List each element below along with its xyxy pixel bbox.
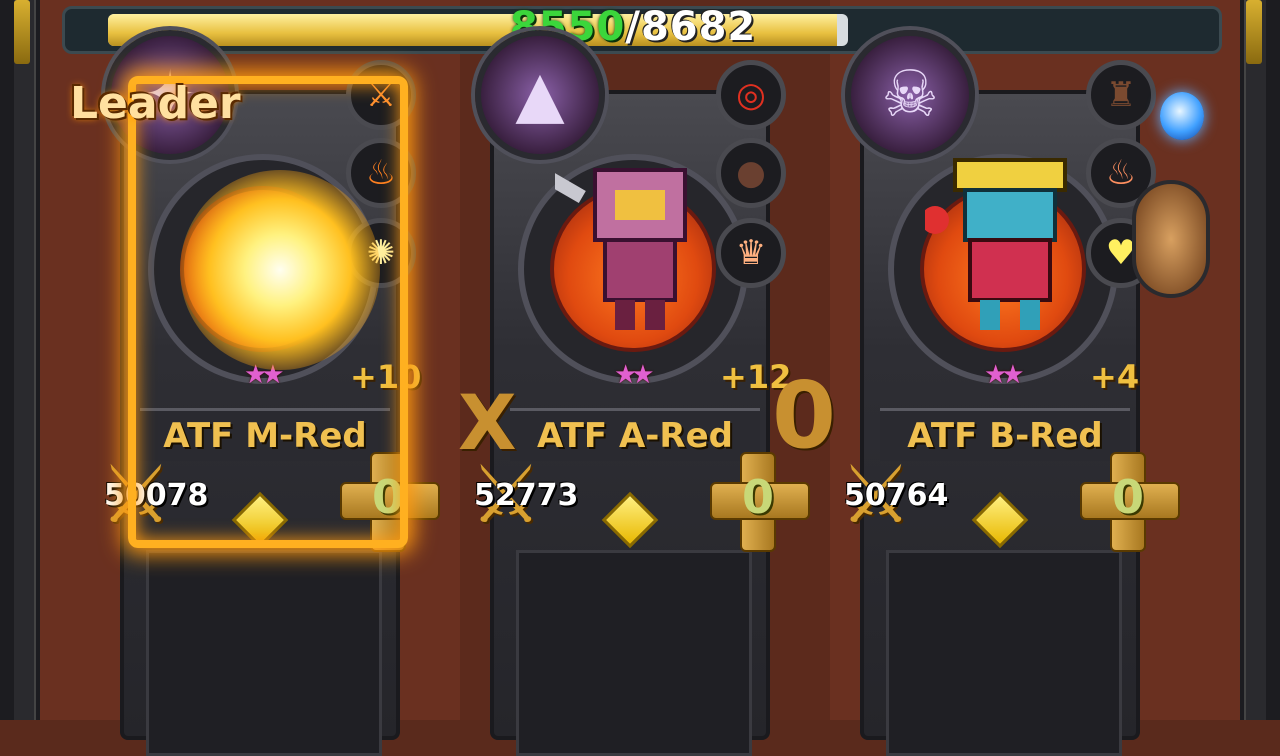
- shadow-icon[interactable]: ●: [716, 138, 786, 208]
- combat-power: 50764: [844, 478, 949, 513]
- add-count: 0: [741, 470, 774, 524]
- star-rating: ★★: [984, 360, 1025, 390]
- hp-separator: /: [625, 4, 641, 50]
- totem-icon[interactable]: ♜: [1086, 60, 1156, 130]
- combat-power: 52773: [474, 478, 579, 513]
- wizard-hat-icon: ▲: [475, 30, 605, 160]
- blue-orb-icon: [1160, 92, 1204, 140]
- add-count: 0: [1111, 470, 1144, 524]
- enhance-level: +4: [1090, 358, 1140, 396]
- slot-lower-panel: [516, 550, 752, 756]
- side-emblem: [1132, 180, 1210, 298]
- left-rail: [14, 0, 36, 720]
- slot-lower-panel: [886, 550, 1122, 756]
- hp-max: 8682: [640, 4, 757, 50]
- leader-highlight: [128, 76, 408, 548]
- o-mark: 0: [772, 362, 837, 469]
- target-icon[interactable]: ◎: [716, 60, 786, 130]
- left-brass-bracket: [14, 0, 30, 64]
- x-mark: X: [458, 378, 517, 467]
- crown-face-icon[interactable]: ♛: [716, 218, 786, 288]
- leader-label: Leader: [70, 78, 241, 129]
- skull-icon: ☠: [845, 30, 975, 160]
- star-rating: ★★: [614, 360, 655, 390]
- team-slot-2[interactable]: ▲ ◎ ● ♛ ★★ +12 ATF A-Red ⚔ 52773 0: [470, 30, 810, 756]
- add-gear-button[interactable]: 0: [1080, 452, 1180, 552]
- hero-sprite: [921, 140, 1085, 340]
- team-slot-3[interactable]: ☠ ♜ ♨ ♥ ★★ +4 ATF B-Red ⚔ 50764 0: [840, 30, 1180, 756]
- slot-lower-panel: [146, 550, 382, 756]
- right-rail: [1244, 0, 1266, 720]
- right-brass-bracket: [1246, 0, 1262, 64]
- hero-sprite: [544, 140, 715, 340]
